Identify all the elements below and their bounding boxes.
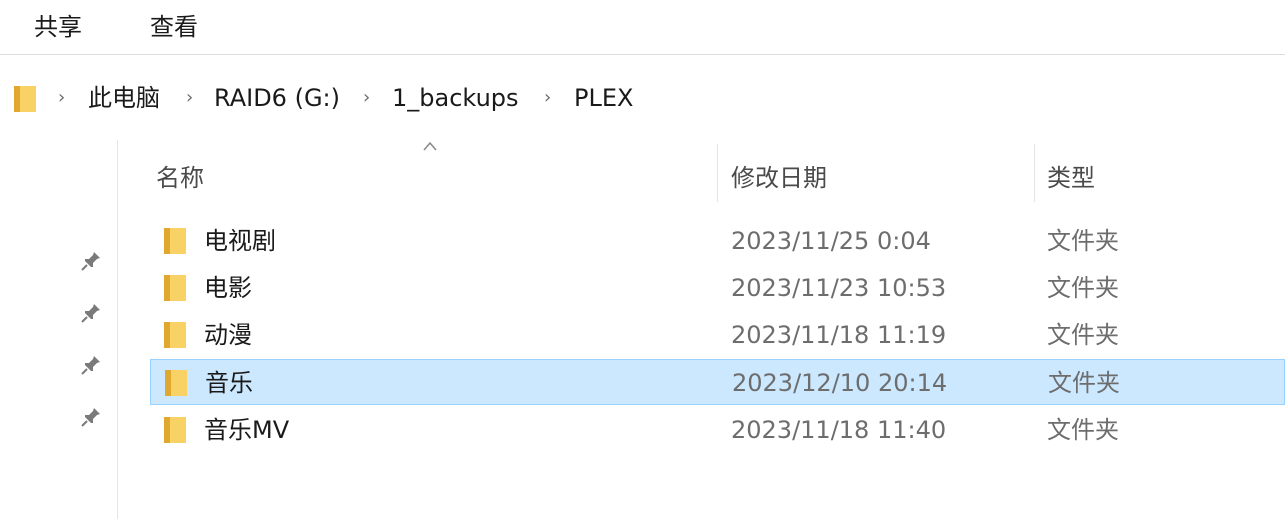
breadcrumb-plex[interactable]: PLEX <box>574 82 633 114</box>
folder-icon <box>164 228 186 254</box>
pin-icon[interactable] <box>80 354 102 376</box>
file-row[interactable]: 电影 2023/11/23 10:53 文件夹 <box>150 265 1285 311</box>
ribbon: 共享 查看 <box>0 0 1285 54</box>
file-row[interactable]: 动漫 2023/11/18 11:19 文件夹 <box>150 312 1285 358</box>
breadcrumb-separator: › <box>186 87 194 108</box>
file-modified-date: 2023/11/25 0:04 <box>731 227 931 255</box>
file-type: 文件夹 <box>1047 416 1119 444</box>
file-name: 动漫 <box>204 321 252 349</box>
file-row[interactable]: 电视剧 2023/11/25 0:04 文件夹 <box>150 218 1285 264</box>
file-modified-date: 2023/11/23 10:53 <box>731 274 947 302</box>
folder-icon <box>164 322 186 348</box>
column-header-type[interactable]: 类型 <box>1035 140 1285 204</box>
folder-icon <box>165 370 187 396</box>
tab-view[interactable]: 查看 <box>146 10 202 44</box>
column-header-modified[interactable]: 修改日期 <box>718 140 1034 204</box>
file-type: 文件夹 <box>1047 321 1119 349</box>
pane-divider[interactable] <box>117 140 118 519</box>
file-name: 电影 <box>204 274 252 302</box>
pin-icon[interactable] <box>80 302 102 324</box>
file-modified-date: 2023/12/10 20:14 <box>732 369 948 397</box>
column-header-label: 修改日期 <box>731 164 827 192</box>
column-header-label: 类型 <box>1047 164 1095 192</box>
file-type: 文件夹 <box>1047 274 1119 302</box>
file-type: 文件夹 <box>1047 227 1119 255</box>
file-row[interactable]: 音乐 2023/12/10 20:14 文件夹 <box>150 359 1285 405</box>
folder-icon <box>164 417 186 443</box>
breadcrumb-separator: › <box>363 87 371 108</box>
file-name: 音乐 <box>205 369 253 397</box>
breadcrumb-separator: › <box>58 87 66 108</box>
navigation-pane <box>0 140 118 519</box>
file-name: 电视剧 <box>204 227 276 255</box>
breadcrumb-1-backups[interactable]: 1_backups <box>392 82 519 114</box>
file-modified-date: 2023/11/18 11:19 <box>731 321 947 349</box>
pin-icon[interactable] <box>80 406 102 428</box>
file-type: 文件夹 <box>1048 369 1120 397</box>
column-header-name[interactable]: 名称 <box>150 140 716 204</box>
file-row[interactable]: 音乐MV 2023/11/18 11:40 文件夹 <box>150 407 1285 453</box>
file-modified-date: 2023/11/18 11:40 <box>731 416 947 444</box>
ribbon-divider <box>0 54 1285 55</box>
file-name: 音乐MV <box>204 416 290 444</box>
breadcrumb-raid6-drive[interactable]: RAID6 (G:) <box>214 82 340 114</box>
folder-icon <box>14 86 36 112</box>
breadcrumb-separator: › <box>544 87 552 108</box>
breadcrumb-this-pc[interactable]: 此电脑 <box>88 82 160 114</box>
breadcrumb[interactable]: › 此电脑 › RAID6 (G:) › 1_backups › PLEX <box>0 72 1285 124</box>
column-header-label: 名称 <box>156 164 204 192</box>
folder-icon <box>164 275 186 301</box>
tab-share[interactable]: 共享 <box>30 10 86 44</box>
pin-icon[interactable] <box>80 250 102 272</box>
